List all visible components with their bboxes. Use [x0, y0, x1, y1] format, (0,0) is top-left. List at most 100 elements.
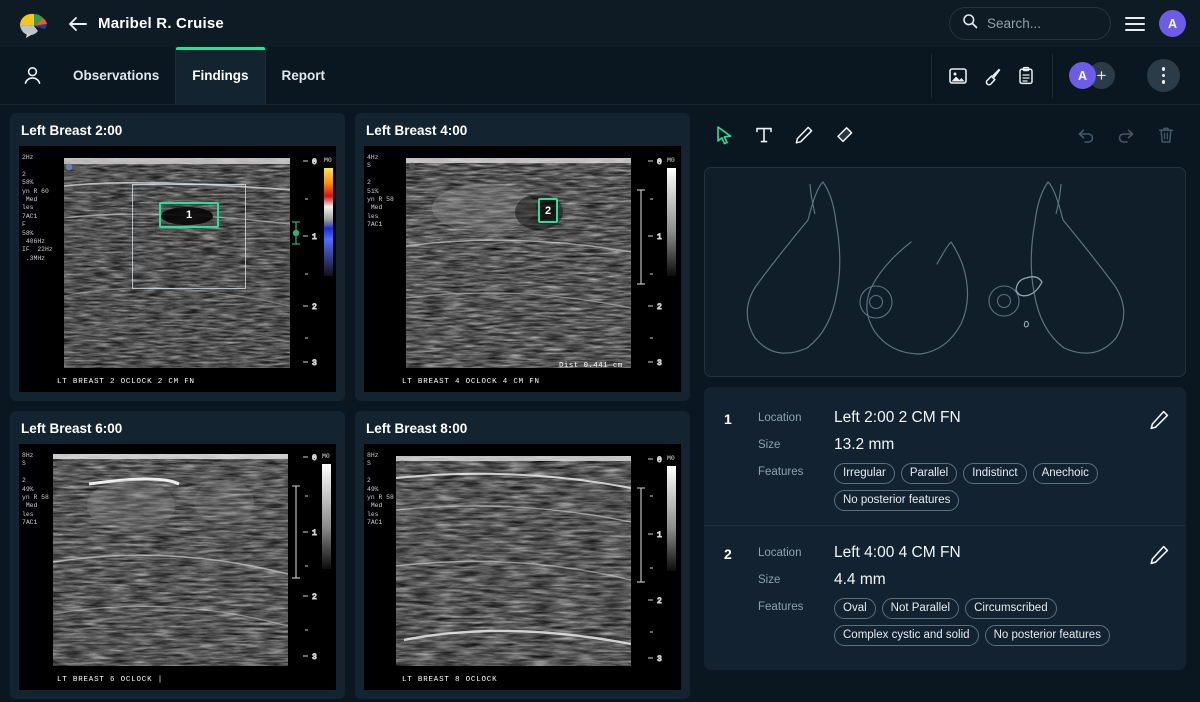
svg-text:0: 0 — [312, 454, 317, 463]
finding-number: 1 — [724, 409, 758, 511]
finding-features-label: Features — [758, 463, 834, 478]
finding-item[interactable]: 1 Location Left 2:00 2 CM FN Size 13.2 m… — [704, 391, 1186, 525]
finding-location-label: Location — [758, 544, 834, 559]
feature-chip[interactable]: Circumscribed — [965, 598, 1057, 619]
svg-text:M0: M0 — [322, 453, 330, 460]
image-card[interactable]: Left Breast 2:00 — [10, 113, 345, 401]
findings-list: 1 Location Left 2:00 2 CM FN Size 13.2 m… — [704, 387, 1186, 670]
feature-chip[interactable]: Indistinct — [963, 463, 1026, 484]
ultrasound-viewport[interactable]: 0 1 2 3 M0 8Hz S 2 49% yn R 5 — [364, 444, 681, 690]
finding-size-value: 13.2 mm — [834, 436, 894, 454]
edit-pencil-icon[interactable] — [1148, 544, 1170, 571]
svg-text:2: 2 — [312, 303, 317, 312]
clipboard-icon[interactable] — [1016, 66, 1036, 86]
svg-text:1: 1 — [312, 233, 317, 242]
feature-chip[interactable]: Complex cystic and solid — [834, 625, 979, 646]
edit-pencil-icon[interactable] — [1148, 409, 1170, 436]
tab-findings[interactable]: Findings — [175, 47, 265, 104]
tab-bar-actions: A + — [931, 47, 1200, 104]
svg-text:M0: M0 — [667, 455, 675, 462]
ultrasound-viewport[interactable]: 0 1 2 3 M0 2 4Hz S 2 — [364, 146, 681, 392]
feature-chip-list: Irregular Parallel Indistinct Anechoic N… — [834, 463, 1134, 511]
search-box[interactable] — [949, 7, 1111, 40]
roi-rectangle — [132, 184, 246, 289]
image-card-title: Left Breast 4:00 — [366, 123, 681, 138]
page-title: Maribel R. Cruise — [98, 15, 224, 32]
svg-text:0: 0 — [312, 158, 317, 167]
ultrasound-viewport[interactable]: 0 1 2 3 M0 8Hz S 2 49% yn R 5 — [19, 444, 336, 690]
image-card[interactable]: Left Breast 8:00 — [355, 411, 690, 699]
image-card-title: Left Breast 6:00 — [21, 421, 336, 436]
lesion-outline-blob — [1016, 277, 1042, 296]
kebab-menu-icon[interactable] — [1147, 59, 1180, 92]
image-card[interactable]: Left Breast 6:00 — [10, 411, 345, 699]
redo-icon[interactable] — [1116, 125, 1136, 145]
finding-size-label: Size — [758, 571, 834, 586]
svg-text:1: 1 — [657, 233, 662, 242]
image-card-title: Left Breast 8:00 — [366, 421, 681, 436]
feature-chip[interactable]: Parallel — [901, 463, 957, 484]
pencil-tool-icon[interactable] — [794, 125, 814, 145]
finding-annotation-2[interactable]: 2 — [538, 198, 558, 223]
search-icon — [962, 13, 978, 34]
top-bar: Maribel R. Cruise A — [0, 0, 1200, 47]
svg-text:2: 2 — [657, 597, 662, 606]
finding-annotation-1[interactable]: 1 — [159, 202, 219, 228]
top-bar-actions: A — [949, 7, 1186, 40]
finding-location-label: Location — [758, 409, 834, 424]
text-tool-icon[interactable] — [754, 125, 774, 145]
breast-diagram — [705, 168, 1185, 376]
ultrasound-metadata: 8Hz S 2 49% yn R 58 Med les 7AC1 — [367, 452, 394, 528]
ultrasound-image: 0 1 2 3 M0 — [364, 444, 681, 690]
svg-text:0: 0 — [657, 158, 662, 167]
ultrasound-image: 0 1 2 3 M0 — [19, 444, 336, 690]
assignee-group: A + — [1052, 54, 1131, 98]
undo-icon[interactable] — [1076, 125, 1096, 145]
small-mark — [1024, 321, 1028, 327]
feature-chip[interactable]: Anechoic — [1033, 463, 1098, 484]
ultrasound-metadata: 4Hz S 2 51% yn R 58 Med les 7AC1 — [367, 154, 394, 230]
finding-item[interactable]: 2 Location Left 4:00 4 CM FN Size 4.4 mm… — [704, 525, 1186, 660]
cursor-select-icon[interactable] — [714, 125, 734, 145]
ultrasound-viewport[interactable]: 0 1 2 3 M0 — [19, 146, 336, 392]
image-card[interactable]: Left Breast 4:00 — [355, 113, 690, 401]
search-input[interactable] — [987, 16, 1098, 31]
ultrasound-image: 0 1 2 3 M0 — [364, 146, 681, 392]
svg-text:M0: M0 — [667, 157, 675, 164]
finding-features-label: Features — [758, 598, 834, 613]
image-icon[interactable] — [948, 66, 968, 86]
feature-chip[interactable]: No posterior features — [985, 625, 1110, 646]
svg-text:2: 2 — [657, 303, 662, 312]
feature-chip[interactable]: Oval — [834, 598, 876, 619]
eraser-tool-icon[interactable] — [834, 125, 854, 145]
image-card-title: Left Breast 2:00 — [21, 123, 336, 138]
trash-icon[interactable] — [1156, 125, 1176, 145]
tab-observations[interactable]: Observations — [57, 47, 175, 104]
document-actions-group — [931, 54, 1052, 98]
distance-measurement: Dist 0.441 cm — [559, 362, 623, 370]
ultrasound-caption: LT BREAST 6 OCLOCK | — [57, 676, 163, 684]
svg-text:3: 3 — [657, 655, 662, 664]
feature-chip[interactable]: No posterior features — [834, 490, 959, 511]
brush-icon[interactable] — [982, 66, 1002, 86]
finding-size-value: 4.4 mm — [834, 571, 886, 589]
main-content: Left Breast 2:00 — [0, 105, 1200, 702]
person-icon[interactable] — [0, 47, 57, 104]
hamburger-menu-icon[interactable] — [1125, 17, 1145, 31]
svg-text:3: 3 — [312, 653, 317, 662]
feature-chip[interactable]: Not Parallel — [882, 598, 959, 619]
avatar[interactable]: A — [1159, 10, 1186, 37]
feature-chip[interactable]: Irregular — [834, 463, 895, 484]
breast-diagram-canvas[interactable] — [704, 167, 1186, 377]
assignee-avatar[interactable]: A — [1069, 62, 1096, 89]
drawing-toolbar — [704, 113, 1186, 157]
tab-bar: Observations Findings Report — [0, 47, 1200, 105]
tab-report[interactable]: Report — [266, 47, 342, 104]
image-gallery: Left Breast 2:00 — [0, 105, 700, 702]
finding-location-value: Left 2:00 2 CM FN — [834, 409, 961, 427]
back-button[interactable] — [64, 11, 90, 37]
feature-chip-list: Oval Not Parallel Circumscribed Complex … — [834, 598, 1134, 646]
svg-text:M0: M0 — [324, 157, 332, 164]
tab-list: Observations Findings Report — [57, 47, 341, 104]
ultrasound-caption: LT BREAST 2 OCLOCK 2 CM FN — [57, 378, 195, 386]
